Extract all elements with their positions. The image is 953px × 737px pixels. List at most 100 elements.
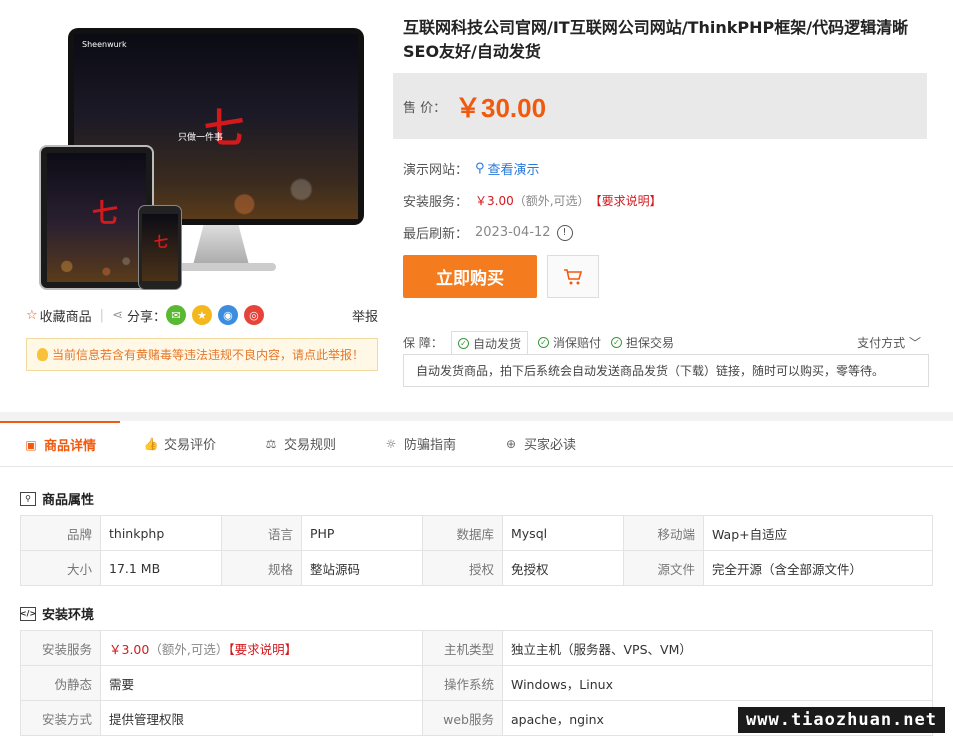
attr-key: 品牌	[20, 515, 101, 551]
tab-anti-fraud[interactable]: ☼ 防骗指南	[360, 421, 480, 466]
attr-value: 整站源码	[301, 550, 423, 586]
notice-text[interactable]: 当前信息若含有黄赌毒等违法违规不良内容，请点此举报！	[52, 346, 364, 363]
refresh-row: 最后刷新： 2023-04-12 !	[403, 223, 573, 242]
weibo-icon[interactable]: ◎	[243, 305, 264, 325]
install-row: 安装服务： ￥3.00 （额外,可选） 【要求说明】	[403, 191, 662, 210]
table-row: 大小 17.1 MB 规格 整站源码 授权 免授权 源文件 完全开源（含全部源文…	[20, 550, 933, 586]
scale-icon: ⚖	[265, 436, 277, 451]
code-icon: </>	[20, 606, 36, 621]
seven-graphic: 七	[204, 105, 244, 152]
seven-graphic-tiny: 七	[154, 235, 168, 251]
install-label: 安装服务：	[403, 195, 469, 210]
tab-label: 商品详情	[43, 439, 96, 454]
tab-product-details[interactable]: ▣ 商品详情	[0, 421, 120, 466]
attr-key: 源文件	[623, 550, 704, 586]
attr-value: Mysql	[502, 515, 624, 551]
refresh-label: 最后刷新：	[403, 227, 469, 242]
env-key: web服务	[422, 700, 503, 736]
env-value: 独立主机（服务器、VPS、VM）	[502, 630, 933, 666]
attributes-table: 品牌 thinkphp 语言 PHP 数据库 Mysql 移动端 Wap+自适应…	[20, 515, 933, 586]
table-row: 品牌 thinkphp 语言 PHP 数据库 Mysql 移动端 Wap+自适应	[20, 515, 933, 551]
install-note: （额外,可选）	[513, 194, 590, 208]
guarantee-compensation[interactable]: ✓ 消保赔付	[538, 334, 601, 351]
pay-methods-dropdown[interactable]: 支付方式 ﹀	[857, 334, 921, 351]
attr-value: thinkphp	[100, 515, 222, 551]
attr-value: Wap+自适应	[703, 515, 933, 551]
guarantee-escrow[interactable]: ✓ 担保交易	[611, 334, 674, 351]
favorite-link[interactable]: 收藏商品	[40, 306, 92, 325]
install-note: （额外,可选）	[149, 641, 229, 657]
tab-buyer-notes[interactable]: ⊕ 买家必读	[480, 421, 600, 466]
tab-label: 交易评价	[163, 438, 216, 453]
buy-now-button[interactable]: 立即购买	[403, 255, 537, 298]
tab-label: 防骗指南	[403, 438, 456, 453]
tablet-mockup: 七	[39, 145, 154, 290]
wechat-icon[interactable]: ✉	[165, 305, 186, 325]
check-icon: ✓	[611, 336, 623, 348]
share-label: 分享：	[126, 309, 166, 325]
detail-panel: ⚲ 商品属性 品牌 thinkphp 语言 PHP 数据库 Mysql 移动端 …	[0, 467, 953, 737]
check-icon: ✓	[458, 338, 469, 349]
install-requirement-link[interactable]: 【要求说明】	[228, 642, 297, 657]
product-header: Sheenwurk 七 只做一件事 七 七 ☆ 收藏商品 | ⋖ 分享： ✉ ★…	[0, 0, 953, 412]
guarantee-label: 保 障：	[403, 335, 443, 350]
environment-title: </> 安装环境	[20, 604, 94, 623]
attr-key: 数据库	[422, 515, 503, 551]
share-bar: ☆ 收藏商品 | ⋖ 分享： ✉ ★ ◉ ◎ 举报	[26, 305, 378, 325]
phone-mockup: 七	[138, 205, 182, 290]
info-icon[interactable]: !	[556, 224, 573, 241]
demo-row: 演示网站： ⚲ 查看演示	[403, 159, 540, 178]
tab-label: 买家必读	[523, 438, 576, 453]
guarantee-text: 自动发货	[473, 337, 522, 351]
table-row: 安装服务 ￥3.00（额外,可选）【要求说明】 主机类型 独立主机（服务器、VP…	[20, 630, 933, 666]
product-image[interactable]: Sheenwurk 七 只做一件事 七 七	[26, 20, 378, 295]
install-requirement-link[interactable]: 【要求说明】	[590, 192, 662, 209]
attributes-title: ⚲ 商品属性	[20, 489, 94, 508]
share-icon: ⋖	[112, 307, 123, 323]
env-value: 需要	[100, 665, 423, 701]
guarantee-bar: 保 障： ✓ 自动发货 ✓ 消保赔付 ✓ 担保交易 支付方式 ﹀	[403, 330, 927, 355]
bulb-icon	[37, 348, 48, 361]
seven-graphic-small: 七	[92, 199, 119, 229]
report-notice[interactable]: 当前信息若含有黄赌毒等违法违规不良内容，请点此举报！	[26, 338, 378, 371]
guarantee-text: 担保交易	[626, 335, 675, 350]
env-value: Windows，Linux	[502, 665, 933, 701]
attr-key: 规格	[221, 550, 302, 586]
lightbulb-icon: ☼	[385, 436, 397, 451]
guarantee-auto-delivery[interactable]: ✓ 自动发货	[451, 331, 529, 355]
install-price: ￥3.00	[475, 194, 514, 208]
attr-value: 免授权	[502, 550, 624, 586]
search-list-icon: ⚲	[20, 491, 36, 506]
demo-link[interactable]: 查看演示	[488, 159, 540, 178]
tab-label: 交易规则	[283, 438, 336, 453]
add-to-cart-button[interactable]	[547, 255, 599, 298]
product-title: 互联网科技公司官网/IT互联网公司网站/ThinkPHP框架/代码逻辑清晰SEO…	[403, 18, 909, 61]
report-link[interactable]: 举报	[352, 306, 378, 325]
tab-reviews[interactable]: 👍 交易评价	[120, 421, 240, 466]
brand-logo: Sheenwurk	[82, 40, 127, 49]
env-value: ￥3.00（额外,可选）【要求说明】	[100, 630, 423, 666]
tab-rules[interactable]: ⚖ 交易规则	[240, 421, 360, 466]
search-icon[interactable]: ⚲	[475, 161, 485, 176]
monitor-stand	[193, 225, 249, 265]
price-value: ￥30.00	[455, 92, 547, 123]
attr-key: 语言	[221, 515, 302, 551]
qq-icon[interactable]: ◉	[217, 305, 238, 325]
check-icon: ✓	[538, 336, 550, 348]
guarantee-description: 自动发货商品，拍下后系统会自动发送商品发货（下载）链接，随时可以购买，零等待。	[403, 354, 929, 387]
qzone-icon[interactable]: ★	[191, 305, 212, 325]
env-key: 伪静态	[20, 665, 101, 701]
star-icon[interactable]: ☆	[26, 308, 38, 323]
circle-plus-icon: ⊕	[505, 436, 517, 451]
price-label: 售 价：	[403, 100, 447, 116]
monitor-base	[166, 263, 276, 271]
watermark: www.tiaozhuan.net	[738, 707, 945, 733]
slogan-text: 只做一件事	[178, 133, 224, 143]
section-title-text: 商品属性	[42, 493, 95, 508]
guarantee-text: 消保赔付	[553, 335, 602, 350]
attr-value: 17.1 MB	[100, 550, 222, 586]
attr-key: 移动端	[623, 515, 704, 551]
chevron-down-icon: ﹀	[908, 335, 921, 350]
env-key: 安装方式	[20, 700, 101, 736]
demo-label: 演示网站：	[403, 163, 469, 178]
